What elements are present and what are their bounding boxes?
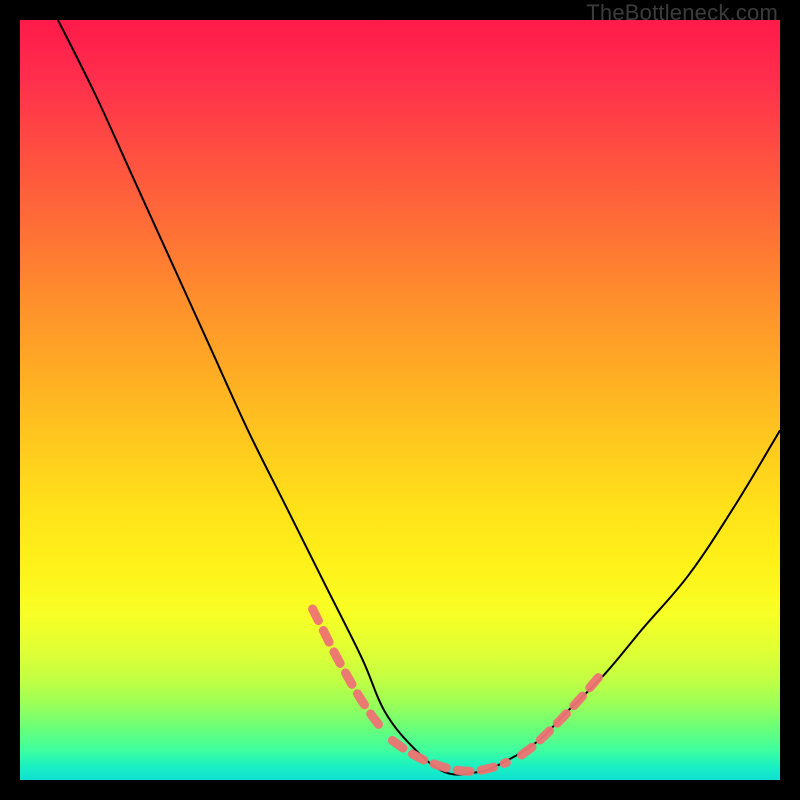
highlight-segment-2: [522, 677, 600, 755]
chart-svg: [20, 20, 780, 780]
plot-area: [20, 20, 780, 780]
chart-frame: TheBottleneck.com: [0, 0, 800, 800]
curve-line: [58, 20, 780, 775]
